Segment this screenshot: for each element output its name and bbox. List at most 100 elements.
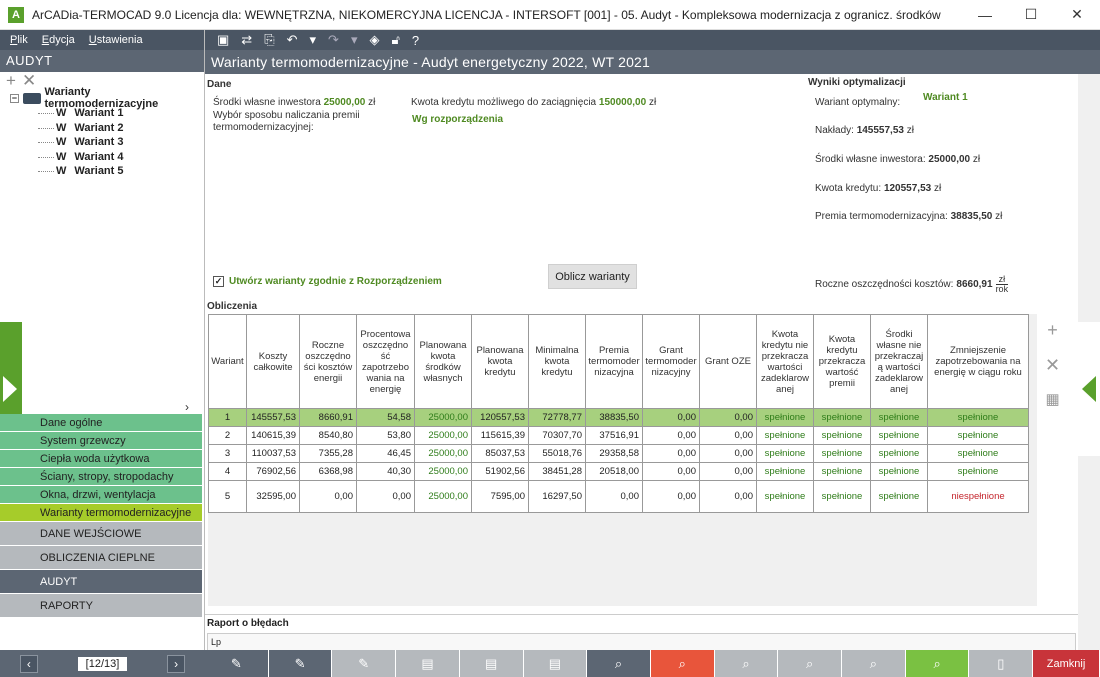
- credit-value[interactable]: 150000,00: [599, 97, 646, 108]
- table-cell[interactable]: 0,00: [642, 444, 700, 463]
- table-cell[interactable]: 0,00: [699, 408, 757, 427]
- column-header[interactable]: Wariant: [208, 314, 247, 409]
- column-header[interactable]: Procentowa oszczędno ść zapotrzebo wania…: [356, 314, 415, 409]
- table-cell[interactable]: spełnione: [813, 408, 871, 427]
- table-cell[interactable]: 0,00: [699, 462, 757, 481]
- table-row[interactable]: 4 76902,56 6368,98 40,30 25000,00 51902,56 384…: [208, 462, 1029, 481]
- own-funds-value[interactable]: 25000,00: [324, 97, 366, 108]
- table-cell[interactable]: 0,00: [699, 444, 757, 463]
- table-cell[interactable]: 53,80: [356, 426, 415, 445]
- table-cell[interactable]: 1: [208, 408, 247, 427]
- redo-icon[interactable]: ↷: [328, 32, 339, 48]
- table-cell[interactable]: 32595,00: [246, 480, 300, 513]
- table-cell[interactable]: 120557,53: [471, 408, 529, 427]
- table-cell[interactable]: 85037,53: [471, 444, 529, 463]
- table-cell[interactable]: 76902,56: [246, 462, 300, 481]
- lock-icon[interactable]: 🔓︎: [391, 32, 399, 48]
- search-doc-icon-5[interactable]: ⌕: [842, 650, 906, 677]
- column-header[interactable]: Kwota kredytu przekracza wartość premii: [813, 314, 871, 409]
- nav-item-windows[interactable]: Okna, drzwi, wentylacja: [0, 486, 202, 504]
- nav-item-heating[interactable]: System grzewczy: [0, 432, 202, 450]
- close-window-button[interactable]: ✕: [1054, 0, 1100, 30]
- next-page-button[interactable]: ›: [167, 654, 186, 673]
- table-cell[interactable]: spełnione: [870, 480, 928, 513]
- column-header[interactable]: Grant termomoder nizacyjny: [642, 314, 700, 409]
- column-header[interactable]: Kwota kredytu nie przekracza wartości za…: [756, 314, 814, 409]
- table-cell[interactable]: 110037,53: [246, 444, 300, 463]
- table-cell[interactable]: 0,00: [299, 480, 357, 513]
- calculator-icon[interactable]: ▦: [1045, 390, 1059, 408]
- nav-group-audit[interactable]: AUDYT: [0, 570, 202, 594]
- tree-item-variant-3[interactable]: W Wariant 3: [10, 135, 204, 150]
- calculate-variants-button[interactable]: Oblicz warianty: [548, 264, 637, 289]
- table-cell[interactable]: 4: [208, 462, 247, 481]
- table-cell[interactable]: 16297,50: [528, 480, 586, 513]
- tree-item-variant-2[interactable]: W Wariant 2: [10, 121, 204, 136]
- table-cell[interactable]: 25000,00: [414, 426, 472, 445]
- table-cell[interactable]: spełnione: [927, 426, 1029, 445]
- column-header[interactable]: Koszty całkowite: [246, 314, 300, 409]
- doc-edit-icon-2[interactable]: ✎: [268, 650, 333, 677]
- help-icon[interactable]: ?: [412, 33, 419, 48]
- table-cell[interactable]: 51902,56: [471, 462, 529, 481]
- doc-edit-icon-3[interactable]: ✎: [332, 650, 397, 677]
- doc-edit-icon-1[interactable]: ✎: [205, 650, 269, 677]
- table-cell[interactable]: 8540,80: [299, 426, 357, 445]
- nav-item-variants[interactable]: Warianty termomodernizacyjne: [0, 504, 202, 522]
- delete-row-icon[interactable]: ✕: [1045, 355, 1060, 376]
- table-cell[interactable]: spełnione: [870, 408, 928, 427]
- search-doc-icon-1[interactable]: ⌕: [587, 650, 651, 677]
- menu-edit[interactable]: Edycja: [42, 34, 75, 46]
- table-cell[interactable]: 0,00: [642, 408, 700, 427]
- table-cell[interactable]: 54,58: [356, 408, 415, 427]
- table-cell[interactable]: 37516,91: [585, 426, 643, 445]
- table-cell[interactable]: spełnione: [870, 426, 928, 445]
- undo-dropdown-icon[interactable]: ▾: [310, 32, 317, 48]
- table-cell[interactable]: 0,00: [356, 480, 415, 513]
- table-cell[interactable]: 25000,00: [414, 444, 472, 463]
- tree-root[interactable]: − Warianty termomodernizacyjne: [10, 86, 204, 110]
- search-doc-icon-3[interactable]: ⌕: [714, 650, 779, 677]
- table-cell[interactable]: 70307,70: [528, 426, 586, 445]
- tree-item-variant-1[interactable]: W Wariant 1: [10, 106, 204, 121]
- table-cell[interactable]: 145557,53: [246, 408, 300, 427]
- table-cell[interactable]: spełnione: [813, 444, 871, 463]
- search-doc-icon-4[interactable]: ⌕: [778, 650, 843, 677]
- table-cell[interactable]: 46,45: [356, 444, 415, 463]
- layers-icon[interactable]: ◈: [369, 32, 379, 48]
- nav-group-reports[interactable]: RAPORTY: [0, 594, 202, 618]
- export-icon[interactable]: ⎘: [264, 32, 274, 48]
- table-row[interactable]: 3 110037,53 7355,28 46,45 25000,00 85037,53 55…: [208, 444, 1029, 463]
- table-cell[interactable]: 6368,98: [299, 462, 357, 481]
- table-cell[interactable]: spełnione: [870, 462, 928, 481]
- menu-settings[interactable]: Ustawienia: [89, 34, 143, 46]
- table-cell[interactable]: spełnione: [813, 426, 871, 445]
- column-header[interactable]: Grant OZE: [699, 314, 757, 409]
- prev-page-button[interactable]: ‹: [19, 654, 38, 673]
- table-cell[interactable]: spełnione: [813, 462, 871, 481]
- nav-item-walls[interactable]: Ściany, stropy, stropodachy: [0, 468, 202, 486]
- table-cell[interactable]: 8660,91: [299, 408, 357, 427]
- table-cell[interactable]: 0,00: [642, 480, 700, 513]
- table-cell[interactable]: 5: [208, 480, 247, 513]
- table-cell[interactable]: 3: [208, 444, 247, 463]
- save-icon[interactable]: ▣: [217, 32, 229, 48]
- document-icon[interactable]: ▯: [969, 650, 1034, 677]
- add-icon[interactable]: +: [6, 71, 16, 91]
- nav-item-hot-water[interactable]: Ciepła woda użytkowa: [0, 450, 202, 468]
- table-cell[interactable]: spełnione: [756, 408, 814, 427]
- premium-method-value[interactable]: Wg rozporządzenia: [412, 114, 503, 125]
- table-cell[interactable]: spełnione: [756, 462, 814, 481]
- table-cell[interactable]: 140615,39: [246, 426, 300, 445]
- table-cell[interactable]: 55018,76: [528, 444, 586, 463]
- collapse-icon[interactable]: −: [10, 93, 19, 103]
- column-header[interactable]: Środki własne nie przekraczaj ą wartości…: [870, 314, 928, 409]
- column-header[interactable]: Minimalna kwota kredytu: [528, 314, 586, 409]
- table-cell[interactable]: 0,00: [585, 480, 643, 513]
- column-header[interactable]: Planowana kwota kredytu: [471, 314, 529, 409]
- refresh-icon[interactable]: ⇄: [241, 32, 252, 48]
- search-doc-icon-2[interactable]: ⌕: [650, 650, 715, 677]
- table-cell[interactable]: 29358,58: [585, 444, 643, 463]
- nav-group-calc[interactable]: OBLICZENIA CIEPLNE: [0, 546, 202, 570]
- column-header[interactable]: Zmniejszenie zapotrzebowania na energię …: [927, 314, 1029, 409]
